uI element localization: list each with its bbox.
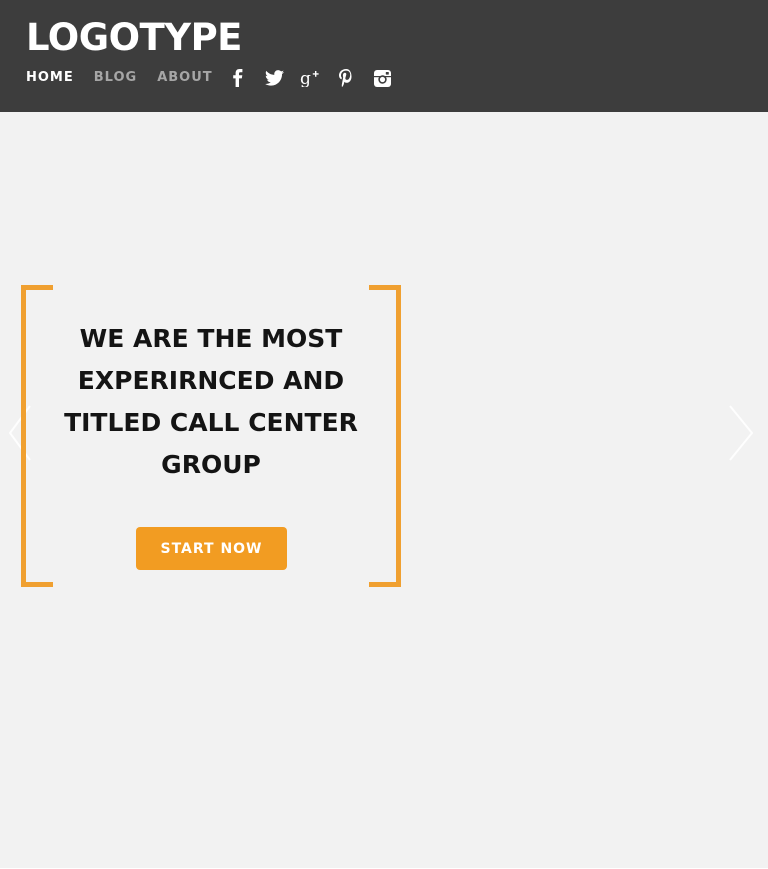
headline-line: EXPERIRNCED AND [77,366,345,395]
nav-item-blog[interactable]: BLOG [94,69,137,87]
social-links: g [228,68,408,88]
google-plus-icon[interactable]: g [300,68,320,88]
nav-item-home[interactable]: HOME [26,69,74,87]
headline-line: GROUP [161,450,261,479]
twitter-icon[interactable] [264,68,284,88]
instagram-icon[interactable] [372,68,392,88]
svg-text:g: g [300,69,311,87]
slider-next-arrow-icon[interactable] [726,400,760,466]
headline-line: WE ARE THE MOST [79,324,343,353]
hero-headline: WE ARE THE MOST EXPERIRNCED AND TITLED C… [46,318,376,486]
main-nav: HOME BLOG ABOUT [26,69,233,87]
start-now-button[interactable]: START NOW [136,527,287,570]
nav-item-about[interactable]: ABOUT [157,69,212,87]
logo[interactable]: LOGOTYPE [26,14,242,62]
pinterest-icon[interactable] [336,68,356,88]
headline-line: TITLED CALL CENTER [64,408,358,437]
site-header: LOGOTYPE HOME BLOG ABOUT g [0,0,768,112]
facebook-icon[interactable] [228,68,248,88]
